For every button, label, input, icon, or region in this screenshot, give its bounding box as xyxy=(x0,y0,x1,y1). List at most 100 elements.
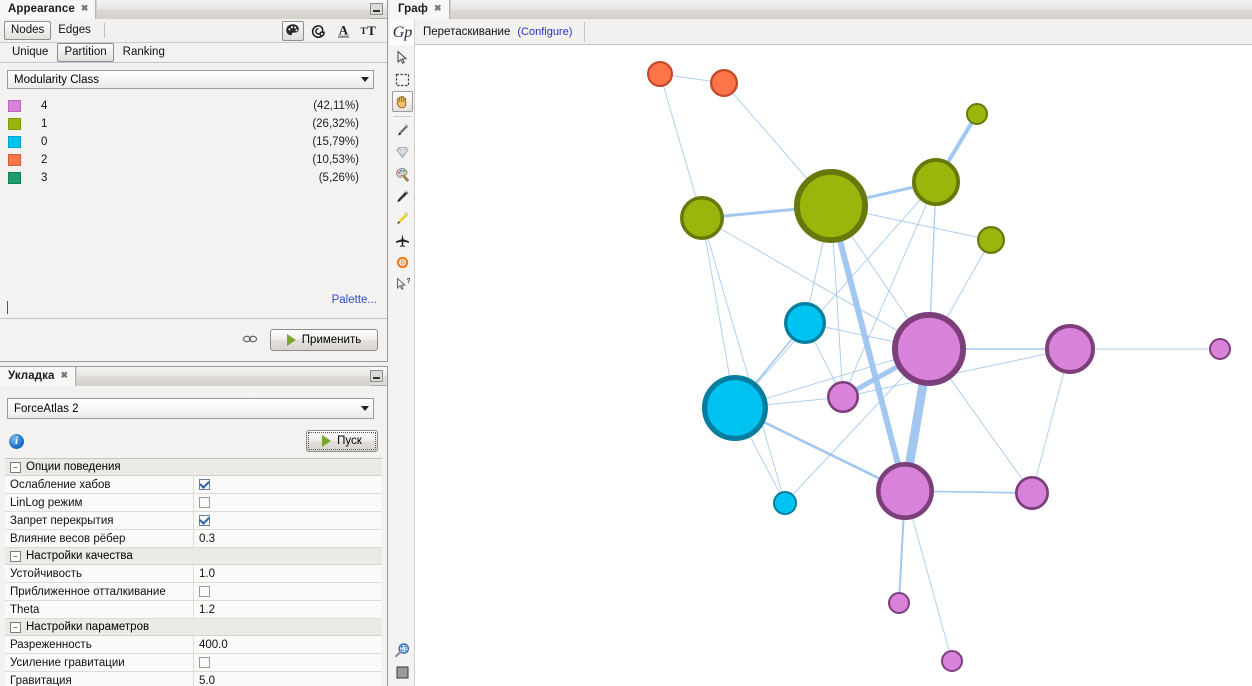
property-value-cell[interactable] xyxy=(194,476,382,493)
tab-unique[interactable]: Unique xyxy=(5,43,55,62)
property-value[interactable]: 400.0 xyxy=(199,639,228,651)
property-row[interactable]: Приближенное отталкивание xyxy=(5,583,382,601)
cursor-arrow-icon[interactable] xyxy=(392,47,413,68)
graph-node[interactable] xyxy=(1045,324,1095,374)
property-group-header[interactable]: − Опции поведения xyxy=(5,459,382,476)
property-value-cell[interactable] xyxy=(194,494,382,511)
graph-node[interactable] xyxy=(826,380,859,413)
tab-appearance[interactable]: Appearance ✖ xyxy=(0,0,97,19)
close-icon[interactable]: ✖ xyxy=(434,3,442,13)
graph-node[interactable] xyxy=(773,491,797,515)
close-icon[interactable]: ✖ xyxy=(81,3,89,13)
property-row[interactable]: Усиление гравитации xyxy=(5,654,382,672)
graph-node[interactable] xyxy=(783,301,826,344)
tab-graph[interactable]: Граф ✖ xyxy=(390,0,450,19)
tab-ranking[interactable]: Ranking xyxy=(116,43,172,62)
property-checkbox[interactable] xyxy=(199,497,210,508)
attribute-select[interactable]: Modularity Class xyxy=(7,70,374,89)
graph-node[interactable] xyxy=(646,61,673,88)
property-row[interactable]: Ослабление хабов xyxy=(5,476,382,494)
collapse-icon[interactable]: − xyxy=(10,621,21,633)
property-value-cell[interactable]: 0.3 xyxy=(194,530,382,547)
partition-row[interactable]: 3 (5,26%) xyxy=(8,169,379,187)
highlighter-edit-edge-icon[interactable] xyxy=(392,208,413,229)
property-row[interactable]: Theta 1.2 xyxy=(5,601,382,619)
property-value-cell[interactable] xyxy=(194,583,382,600)
diamond-shortest-path-icon[interactable] xyxy=(392,142,413,163)
property-value[interactable]: 1.0 xyxy=(199,568,215,580)
size-spiral-icon[interactable] xyxy=(307,21,329,41)
zoom-reset-icon[interactable] xyxy=(392,640,413,661)
pencil-edit-node-icon[interactable] xyxy=(392,186,413,207)
hand-drag-icon[interactable] xyxy=(391,91,413,112)
property-row[interactable]: Влияние весов рёбер 0.3 xyxy=(5,530,382,548)
partition-color-swatch[interactable] xyxy=(8,100,21,112)
partition-color-swatch[interactable] xyxy=(8,136,21,148)
palette-icon[interactable] xyxy=(282,20,304,41)
graph-node[interactable] xyxy=(793,168,868,244)
collapse-icon[interactable]: − xyxy=(10,550,21,562)
property-group-header[interactable]: − Настройки качества xyxy=(5,548,382,565)
minimize-button[interactable] xyxy=(370,3,383,15)
property-value-cell[interactable]: 5.0 xyxy=(194,672,382,686)
graph-canvas[interactable] xyxy=(416,45,1252,686)
run-button[interactable]: Пуск xyxy=(306,430,378,452)
graph-node[interactable] xyxy=(709,68,738,97)
palette-link[interactable]: Palette... xyxy=(332,294,377,306)
graph-node[interactable] xyxy=(1014,475,1049,510)
partition-row[interactable]: 0 (15,79%) xyxy=(8,133,379,151)
partition-color-swatch[interactable] xyxy=(8,118,21,130)
property-value-cell[interactable] xyxy=(194,512,382,529)
property-checkbox[interactable] xyxy=(199,586,210,597)
graph-node[interactable] xyxy=(966,103,988,125)
tab-partition[interactable]: Partition xyxy=(57,43,114,62)
tab-edges[interactable]: Edges xyxy=(51,21,98,40)
partition-row[interactable]: 2 (10,53%) xyxy=(8,151,379,169)
tab-layout[interactable]: Укладка ✖ xyxy=(0,366,77,386)
property-checkbox[interactable] xyxy=(199,479,210,490)
close-icon[interactable]: ✖ xyxy=(60,370,68,380)
graph-edge[interactable] xyxy=(701,217,786,504)
brush-paint-icon[interactable] xyxy=(392,120,413,141)
label-color-icon[interactable]: A xyxy=(332,21,354,41)
graph-node[interactable] xyxy=(702,375,769,442)
info-icon[interactable]: i xyxy=(9,433,24,449)
label-size-icon[interactable]: T T xyxy=(357,21,379,41)
partition-row[interactable]: 1 (26,32%) xyxy=(8,115,379,133)
network-graph[interactable] xyxy=(416,45,1252,686)
partition-color-swatch[interactable] xyxy=(8,172,21,184)
graph-node[interactable] xyxy=(941,650,963,672)
property-value[interactable]: 0.3 xyxy=(199,533,215,545)
property-value-cell[interactable] xyxy=(194,654,382,671)
graph-node[interactable] xyxy=(876,462,935,521)
collapse-icon[interactable]: − xyxy=(10,461,21,473)
property-row[interactable]: Запрет перекрытия xyxy=(5,512,382,530)
palette-painter-icon[interactable] xyxy=(392,164,413,185)
property-value-cell[interactable]: 400.0 xyxy=(194,636,382,653)
property-value-cell[interactable]: 1.0 xyxy=(194,565,382,582)
link-chain-icon[interactable] xyxy=(242,334,258,347)
graph-edge[interactable] xyxy=(659,73,703,219)
property-row[interactable]: Гравитация 5.0 xyxy=(5,672,382,686)
partition-color-swatch[interactable] xyxy=(8,154,21,166)
property-row[interactable]: Устойчивость 1.0 xyxy=(5,565,382,583)
property-value-cell[interactable]: 1.2 xyxy=(194,601,382,618)
property-value[interactable]: 1.2 xyxy=(199,604,215,616)
tab-nodes[interactable]: Nodes xyxy=(4,21,52,40)
property-row[interactable]: Разреженность 400.0 xyxy=(5,636,382,654)
graph-node[interactable] xyxy=(888,592,910,614)
cursor-question-icon[interactable]: ? xyxy=(392,274,413,295)
property-group-header[interactable]: − Настройки параметров xyxy=(5,619,382,636)
algorithm-select[interactable]: ForceAtlas 2 xyxy=(7,398,374,419)
airplane-heatmap-icon[interactable] xyxy=(392,230,413,251)
graph-node[interactable] xyxy=(912,157,961,206)
partition-row[interactable]: 4 (42,11%) xyxy=(8,97,379,115)
property-checkbox[interactable] xyxy=(199,515,210,526)
graph-node[interactable] xyxy=(976,225,1005,254)
rectangle-selection-icon[interactable] xyxy=(392,69,413,90)
apply-button[interactable]: Применить xyxy=(270,329,378,351)
property-row[interactable]: LinLog режим xyxy=(5,494,382,512)
property-value[interactable]: 5.0 xyxy=(199,675,215,686)
minimize-button[interactable] xyxy=(370,370,383,382)
configure-link[interactable]: (Configure) xyxy=(517,26,572,38)
